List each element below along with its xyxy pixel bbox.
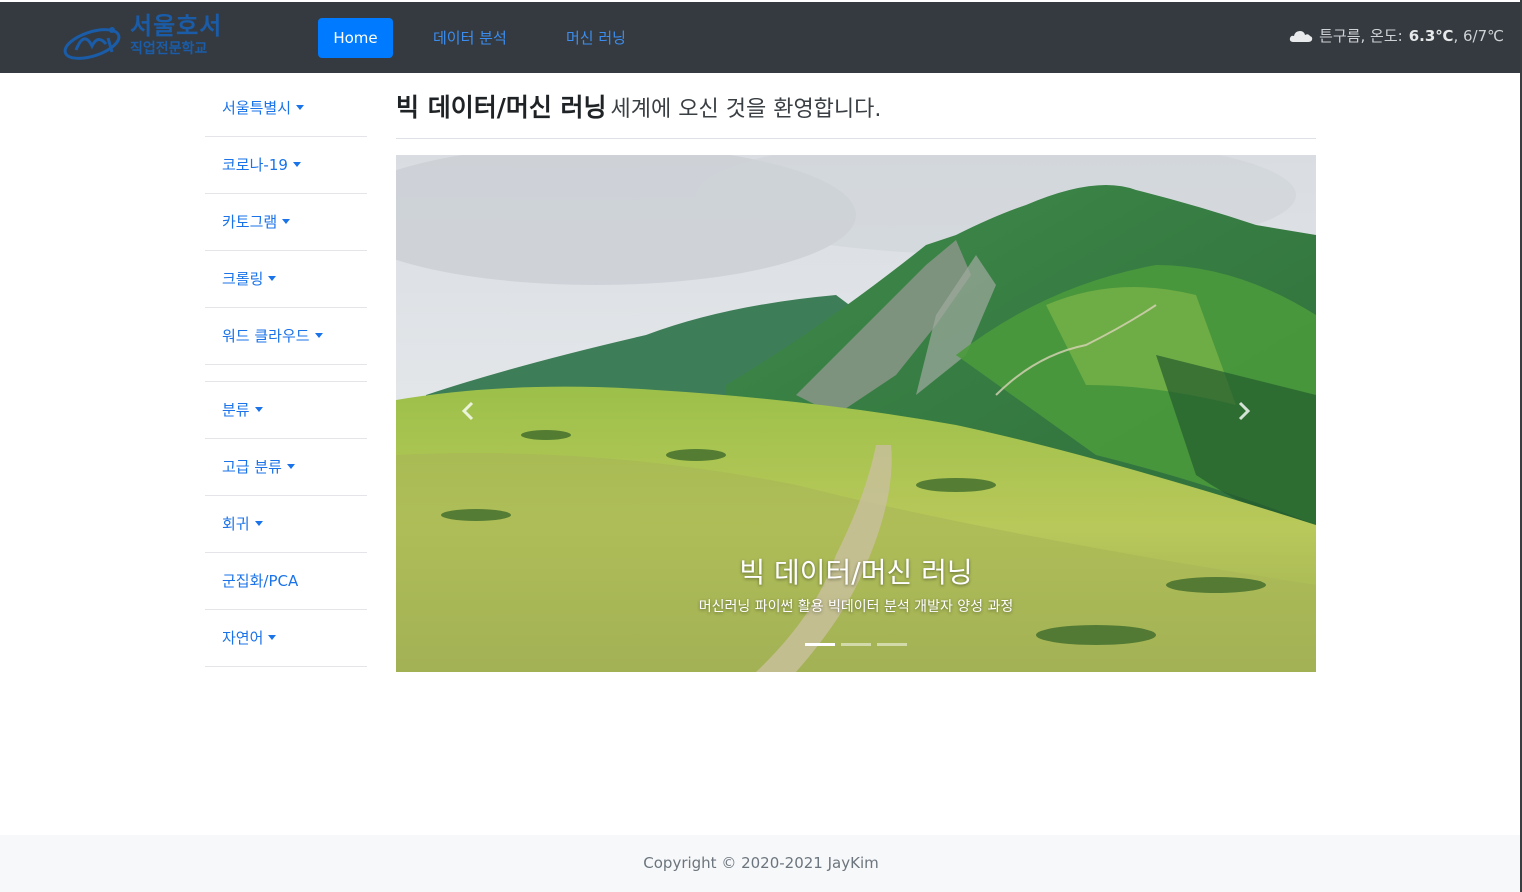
brand-subname: 직업전문학교	[130, 41, 208, 57]
sidebar-item-regression[interactable]: 회귀	[205, 496, 367, 553]
sidebar-item-nlp[interactable]: 자연어	[205, 610, 367, 667]
caret-down-icon	[268, 276, 277, 281]
sidebar-item-clustering[interactable]: 군집화/PCA	[205, 553, 367, 610]
caret-down-icon	[286, 464, 295, 469]
nav-link-data-analysis[interactable]: 데이터 분석	[433, 18, 507, 58]
page-title: 빅 데이터/머신 러닝 세계에 오신 것을 환영합니다.	[396, 88, 1316, 139]
sidebar-item-covid[interactable]: 코로나-19	[205, 137, 367, 194]
sidebar-item-wordcloud[interactable]: 워드 클라우드	[205, 308, 367, 365]
weather-range: , 6/7℃	[1453, 26, 1504, 45]
top-navbar: 서울호서 직업전문학교 Home 데이터 분석 머신 러닝 튼구름, 온도: 6.…	[0, 2, 1522, 73]
carousel-indicators	[396, 643, 1316, 646]
sidebar-divider	[205, 365, 367, 382]
weather-widget: 튼구름, 온도: 6.3℃, 6/7℃	[1289, 25, 1504, 46]
caret-down-icon	[268, 635, 277, 640]
carousel-slide-image	[396, 155, 1316, 672]
image-carousel[interactable]: 빅 데이터/머신 러닝 머신러닝 파이썬 활용 빅데이터 분석 개발자 양성 과…	[396, 155, 1316, 672]
weather-condition: 튼구름, 온도:	[1319, 27, 1403, 45]
carousel-caption-title: 빅 데이터/머신 러닝	[739, 556, 973, 589]
weather-temp: 6.3℃	[1408, 26, 1454, 45]
caret-down-icon	[292, 162, 301, 167]
footer-copyright: Copyright © 2020-2021 JayKim	[643, 854, 879, 872]
caret-down-icon	[282, 219, 291, 224]
logo-swoosh-icon	[63, 27, 121, 60]
caret-down-icon	[314, 333, 323, 338]
caret-down-icon	[254, 521, 263, 526]
carousel-prev-icon[interactable]	[448, 391, 488, 431]
sidebar-menu: 서울특별시 코로나-19 카토그램 크롤링 워드 클라우드 분류 고급 분류 회…	[205, 80, 367, 667]
nav-link-machine-learning[interactable]: 머신 러닝	[566, 18, 626, 58]
carousel-caption-subtitle: 머신러닝 파이썬 활용 빅데이터 분석 개발자 양성 과정	[698, 599, 1014, 615]
cloud-icon	[1289, 30, 1313, 42]
brand-name: 서울호서	[130, 12, 223, 40]
carousel-indicator[interactable]	[841, 643, 871, 646]
carousel-next-icon[interactable]	[1224, 391, 1264, 431]
sidebar-item-crawling[interactable]: 크롤링	[205, 251, 367, 308]
caret-down-icon	[296, 105, 305, 110]
carousel-indicator[interactable]	[877, 643, 907, 646]
sidebar-item-cartogram[interactable]: 카토그램	[205, 194, 367, 251]
sidebar-item-classification[interactable]: 분류	[205, 382, 367, 439]
page-title-rest: 세계에 오신 것을 환영합니다.	[610, 97, 882, 122]
caret-down-icon	[254, 407, 263, 412]
carousel-indicator[interactable]	[805, 643, 835, 646]
page-title-strong: 빅 데이터/머신 러닝	[396, 93, 607, 122]
sidebar-item-advanced-classification[interactable]: 고급 분류	[205, 439, 367, 496]
brand-logo[interactable]: 서울호서 직업전문학교	[62, 12, 232, 62]
sidebar-item-seoul[interactable]: 서울특별시	[205, 80, 367, 137]
footer: Copyright © 2020-2021 JayKim	[0, 835, 1522, 892]
nav-home-button[interactable]: Home	[318, 18, 393, 58]
